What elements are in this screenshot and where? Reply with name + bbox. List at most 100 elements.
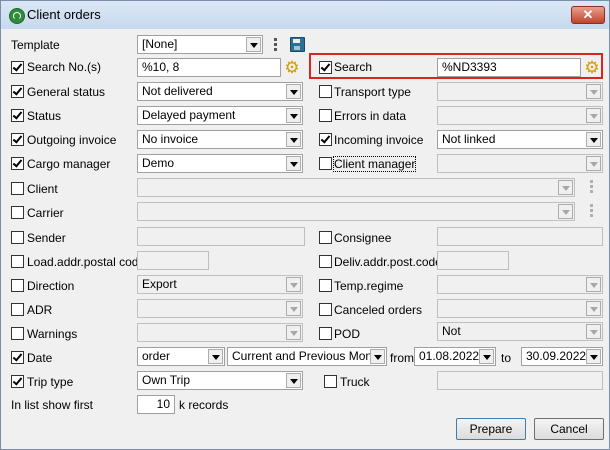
chevron-down-icon[interactable] <box>286 325 301 340</box>
transport-type-checkbox[interactable] <box>319 85 332 98</box>
transport-type-label: Transport type <box>334 85 411 99</box>
chevron-down-icon[interactable] <box>286 373 301 388</box>
client-select[interactable] <box>137 178 575 197</box>
chevron-down-icon[interactable] <box>586 132 601 147</box>
direction-checkbox[interactable] <box>11 279 24 292</box>
date-period-select[interactable]: Current and Previous Month <box>227 347 387 366</box>
close-button[interactable]: ✕ <box>571 6 605 24</box>
more-options-icon[interactable] <box>590 204 594 218</box>
truck-input[interactable] <box>437 371 603 390</box>
more-options-icon[interactable] <box>590 180 594 194</box>
transport-type-select[interactable] <box>437 82 603 101</box>
deliv-postal-checkbox[interactable] <box>319 255 332 268</box>
trip-type-checkbox[interactable] <box>11 375 24 388</box>
client-manager-checkbox[interactable] <box>319 157 332 170</box>
chevron-down-icon[interactable] <box>286 301 301 316</box>
errors-in-data-checkbox[interactable] <box>319 109 332 122</box>
temp-regime-checkbox[interactable] <box>319 279 332 292</box>
sender-checkbox[interactable] <box>11 231 24 244</box>
client-orders-window: Client orders ✕ Template [None] Search N… <box>0 0 610 450</box>
cargo-manager-checkbox[interactable] <box>11 157 24 170</box>
chevron-down-icon[interactable] <box>208 349 223 364</box>
chevron-down-icon[interactable] <box>586 108 601 123</box>
gear-icon[interactable]: ⚙ <box>284 59 300 76</box>
truck-label: Truck <box>340 375 370 389</box>
incoming-invoice-select[interactable]: Not linked <box>437 130 603 149</box>
sender-label: Sender <box>27 231 66 245</box>
pod-checkbox[interactable] <box>319 327 332 340</box>
cargo-manager-select[interactable]: Demo <box>137 154 303 173</box>
incoming-invoice-checkbox[interactable] <box>319 133 332 146</box>
consignee-input[interactable] <box>437 227 603 246</box>
client-checkbox[interactable] <box>11 182 24 195</box>
chevron-down-icon[interactable] <box>586 277 601 292</box>
warnings-select[interactable] <box>137 323 303 342</box>
more-options-icon[interactable] <box>274 38 278 52</box>
carrier-checkbox[interactable] <box>11 206 24 219</box>
temp-regime-select[interactable] <box>437 275 603 294</box>
trip-type-label: Trip type <box>27 375 74 389</box>
adr-select[interactable] <box>137 299 303 318</box>
chevron-down-icon[interactable] <box>586 84 601 99</box>
chevron-down-icon[interactable] <box>286 108 301 123</box>
errors-in-data-select[interactable] <box>437 106 603 125</box>
load-postal-checkbox[interactable] <box>11 255 24 268</box>
chevron-down-icon[interactable] <box>586 324 601 339</box>
general-status-checkbox[interactable] <box>11 85 24 98</box>
consignee-checkbox[interactable] <box>319 231 332 244</box>
chevron-down-icon[interactable] <box>286 277 301 292</box>
list-show-input[interactable]: 10 <box>137 395 175 414</box>
temp-regime-label: Temp.regime <box>334 279 404 293</box>
window-title: Client orders <box>27 7 101 22</box>
chevron-down-icon[interactable] <box>586 301 601 316</box>
status-checkbox[interactable] <box>11 109 24 122</box>
chevron-down-icon[interactable] <box>286 156 301 171</box>
truck-checkbox[interactable] <box>324 375 337 388</box>
date-to-picker[interactable]: 30.09.2022 <box>521 347 603 366</box>
gear-icon[interactable]: ⚙ <box>584 59 600 76</box>
pod-label: POD <box>334 327 361 341</box>
records-suffix: k records <box>179 398 229 412</box>
trip-type-select[interactable]: Own Trip <box>137 371 303 390</box>
chevron-down-icon[interactable] <box>558 180 573 195</box>
chevron-down-icon[interactable] <box>286 84 301 99</box>
chevron-down-icon[interactable] <box>586 349 601 364</box>
search-input[interactable]: %ND3393 <box>437 58 581 77</box>
load-postal-input[interactable] <box>137 251 209 270</box>
deliv-postal-input[interactable] <box>437 251 509 270</box>
date-checkbox[interactable] <box>11 351 24 364</box>
chevron-down-icon[interactable] <box>370 349 385 364</box>
errors-in-data-label: Errors in data <box>334 109 407 123</box>
search-checkbox[interactable] <box>319 61 332 74</box>
chevron-down-icon[interactable] <box>246 37 261 52</box>
canceled-orders-select[interactable] <box>437 299 603 318</box>
chevron-down-icon[interactable] <box>558 204 573 219</box>
date-field-select[interactable]: order <box>137 347 225 366</box>
canceled-orders-checkbox[interactable] <box>319 303 332 316</box>
chevron-down-icon[interactable] <box>286 132 301 147</box>
template-select[interactable]: [None] <box>137 35 263 54</box>
chevron-down-icon[interactable] <box>586 156 601 171</box>
adr-checkbox[interactable] <box>11 303 24 316</box>
outgoing-invoice-select[interactable]: No invoice <box>137 130 303 149</box>
status-select[interactable]: Delayed payment <box>137 106 303 125</box>
carrier-select[interactable] <box>137 202 575 221</box>
save-icon[interactable] <box>290 37 305 52</box>
sender-input[interactable] <box>137 227 305 246</box>
search-label: Search <box>334 60 373 74</box>
warnings-checkbox[interactable] <box>11 327 24 340</box>
prepare-button[interactable]: Prepare <box>456 418 526 440</box>
search-no-checkbox[interactable] <box>11 61 24 74</box>
date-from-picker[interactable]: 01.08.2022 <box>414 347 496 366</box>
direction-select[interactable]: Export <box>137 275 303 294</box>
pod-value: Not <box>442 324 461 338</box>
search-no-input[interactable]: %10, 8 <box>137 58 281 77</box>
cancel-button[interactable]: Cancel <box>534 418 604 440</box>
pod-select[interactable]: Not <box>437 322 603 341</box>
direction-value: Export <box>142 277 177 291</box>
trip-type-value: Own Trip <box>142 373 191 387</box>
chevron-down-icon[interactable] <box>479 349 494 364</box>
outgoing-invoice-checkbox[interactable] <box>11 133 24 146</box>
general-status-select[interactable]: Not delivered <box>137 82 303 101</box>
client-manager-select[interactable] <box>437 154 603 173</box>
